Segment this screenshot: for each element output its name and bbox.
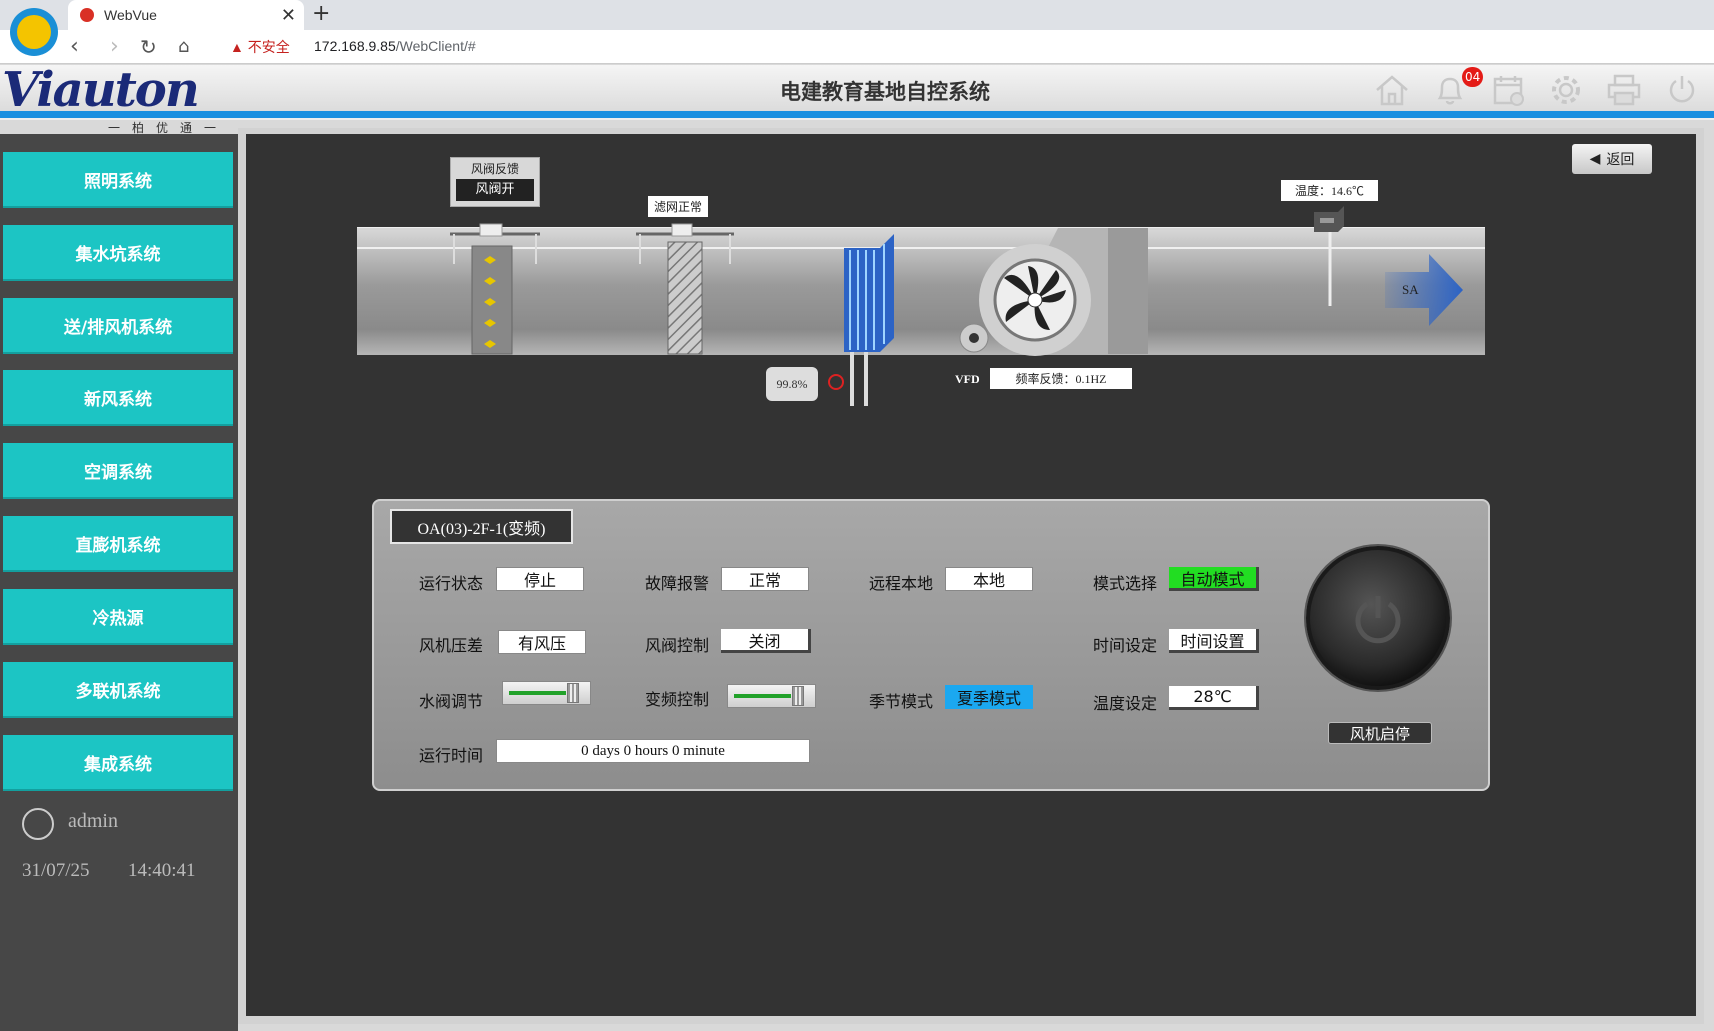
new-tab-icon[interactable]: + (312, 1, 330, 26)
back-arrow-icon: ◀ (1589, 151, 1601, 167)
damper-feedback-value: 风阀开 (456, 179, 534, 201)
warning-icon: ▲ (230, 39, 248, 55)
damper-control-button[interactable]: 关闭 (721, 629, 811, 653)
vfd-control-label: 变频控制 (645, 690, 710, 709)
slider-thumb[interactable] (792, 686, 804, 706)
tab-favicon-icon (80, 8, 94, 22)
browser-tab[interactable]: WebVue ✕ (68, 0, 304, 30)
back-button[interactable]: ◀ 返回 (1572, 144, 1652, 174)
remote-local-label: 远程本地 (869, 574, 934, 593)
frequency-feedback: 频率反馈：0.1HZ (990, 368, 1132, 389)
current-date: 31/07/25 (22, 860, 90, 881)
vfd-control-slider[interactable] (727, 684, 816, 708)
valve-actuator-icon (828, 374, 844, 390)
fan-power-button[interactable] (1306, 546, 1450, 690)
sidebar-item-integration[interactable]: 集成系统 (3, 735, 233, 791)
sidebar-item-supply-exhaust-fan[interactable]: 送/排风机系统 (3, 298, 233, 354)
slider-thumb[interactable] (567, 683, 579, 703)
fault-alarm-value: 正常 (721, 567, 809, 591)
season-mode-button[interactable]: 夏季模式 (945, 685, 1033, 709)
power-icon[interactable] (1662, 70, 1702, 110)
home-icon[interactable] (1372, 70, 1412, 110)
tab-close-icon[interactable]: ✕ (281, 5, 296, 26)
fault-alarm-label: 故障报警 (645, 574, 710, 593)
fan-pressure-label: 风机压差 (419, 636, 484, 655)
fan-power-label: 风机启停 (1328, 722, 1432, 744)
sidebar-item-chiller-heat-source[interactable]: 冷热源 (3, 589, 233, 645)
run-status-value: 停止 (496, 567, 584, 591)
mode-select-label: 模式选择 (1093, 574, 1158, 593)
temp-setting-input[interactable]: 28℃ (1169, 686, 1259, 710)
time-setting-label: 时间设定 (1093, 636, 1158, 655)
supply-air-label: SA (1402, 282, 1419, 297)
back-nav-icon[interactable]: ‹ (70, 34, 79, 59)
slider-track (734, 694, 791, 698)
slider-track (509, 691, 566, 695)
damper-feedback-title: 风阀反馈 (470, 162, 519, 176)
reload-icon[interactable]: ↻ (140, 35, 157, 59)
remote-local-value: 本地 (945, 567, 1033, 591)
sidebar-item-vrf[interactable]: 多联机系统 (3, 662, 233, 718)
cooling-coil-icon (844, 234, 894, 406)
filter-status-label: 滤网正常 (648, 196, 709, 217)
time-setting-button[interactable]: 时间设置 (1169, 629, 1259, 653)
user-avatar-icon (22, 808, 54, 840)
sidebar: 照明系统 集水坑系统 送/排风机系统 新风系统 空调系统 直膨机系统 冷热源 多… (0, 134, 238, 1031)
header-stripe (0, 111, 1714, 120)
current-time: 14:40:41 (128, 860, 196, 881)
mode-select-button[interactable]: 自动模式 (1169, 567, 1259, 591)
tab-title: WebVue (104, 7, 157, 23)
user-name: admin (68, 810, 118, 832)
home-nav-icon[interactable]: ⌂ (178, 36, 189, 57)
url-text[interactable]: 172.168.9.85/WebClient/# (314, 38, 476, 54)
temperature-readout: 温度：14.6℃ (1281, 180, 1378, 201)
supply-air-arrow-icon (1385, 254, 1463, 326)
fan-icon (959, 228, 1148, 356)
air-damper-icon (450, 223, 540, 355)
season-mode-label: 季节模式 (869, 692, 934, 711)
sidebar-item-lighting[interactable]: 照明系统 (3, 152, 233, 208)
vfd-label: VFD (955, 372, 980, 386)
printer-icon[interactable] (1604, 70, 1644, 110)
calendar-icon[interactable] (1489, 70, 1529, 110)
unit-title: OA(03)-2F-1(变频) (390, 509, 573, 544)
run-status-label: 运行状态 (419, 574, 484, 593)
runtime-value: 0 days 0 hours 0 minute (496, 739, 810, 763)
notification-badge: 04 (1462, 67, 1484, 87)
browser-tab-bar: WebVue ✕ + (0, 0, 1714, 30)
browser-profile-icon[interactable] (10, 8, 58, 56)
temp-setting-label: 温度设定 (1093, 694, 1158, 713)
water-valve-percent: 99.8% (766, 367, 818, 401)
damper-feedback-box: 风阀反馈 风阀开 (450, 157, 540, 207)
brand-logo: Viauton (2, 62, 200, 118)
address-bar: ‹ › ↻ ⌂ ▲ 不安全 172.168.9.85/WebClient/# (0, 30, 1714, 64)
water-valve-slider[interactable] (502, 681, 591, 705)
forward-nav-icon[interactable]: › (110, 34, 119, 59)
sidebar-item-air-conditioning[interactable]: 空调系统 (3, 443, 233, 499)
power-icon (1355, 596, 1401, 644)
page-title: 电建教育基地自控系统 (780, 80, 990, 104)
damper-control-label: 风阀控制 (645, 636, 710, 655)
sidebar-item-fresh-air[interactable]: 新风系统 (3, 370, 233, 426)
temperature-sensor-icon (1314, 206, 1344, 306)
sidebar-item-sump[interactable]: 集水坑系统 (3, 225, 233, 281)
runtime-label: 运行时间 (419, 746, 484, 765)
filter-icon (636, 223, 734, 355)
fan-pressure-value: 有风压 (498, 630, 586, 654)
sidebar-item-dx-unit[interactable]: 直膨机系统 (3, 516, 233, 572)
gear-icon[interactable] (1546, 70, 1586, 110)
security-warning[interactable]: ▲ 不安全 (230, 37, 290, 57)
water-valve-label: 水阀调节 (419, 692, 484, 711)
